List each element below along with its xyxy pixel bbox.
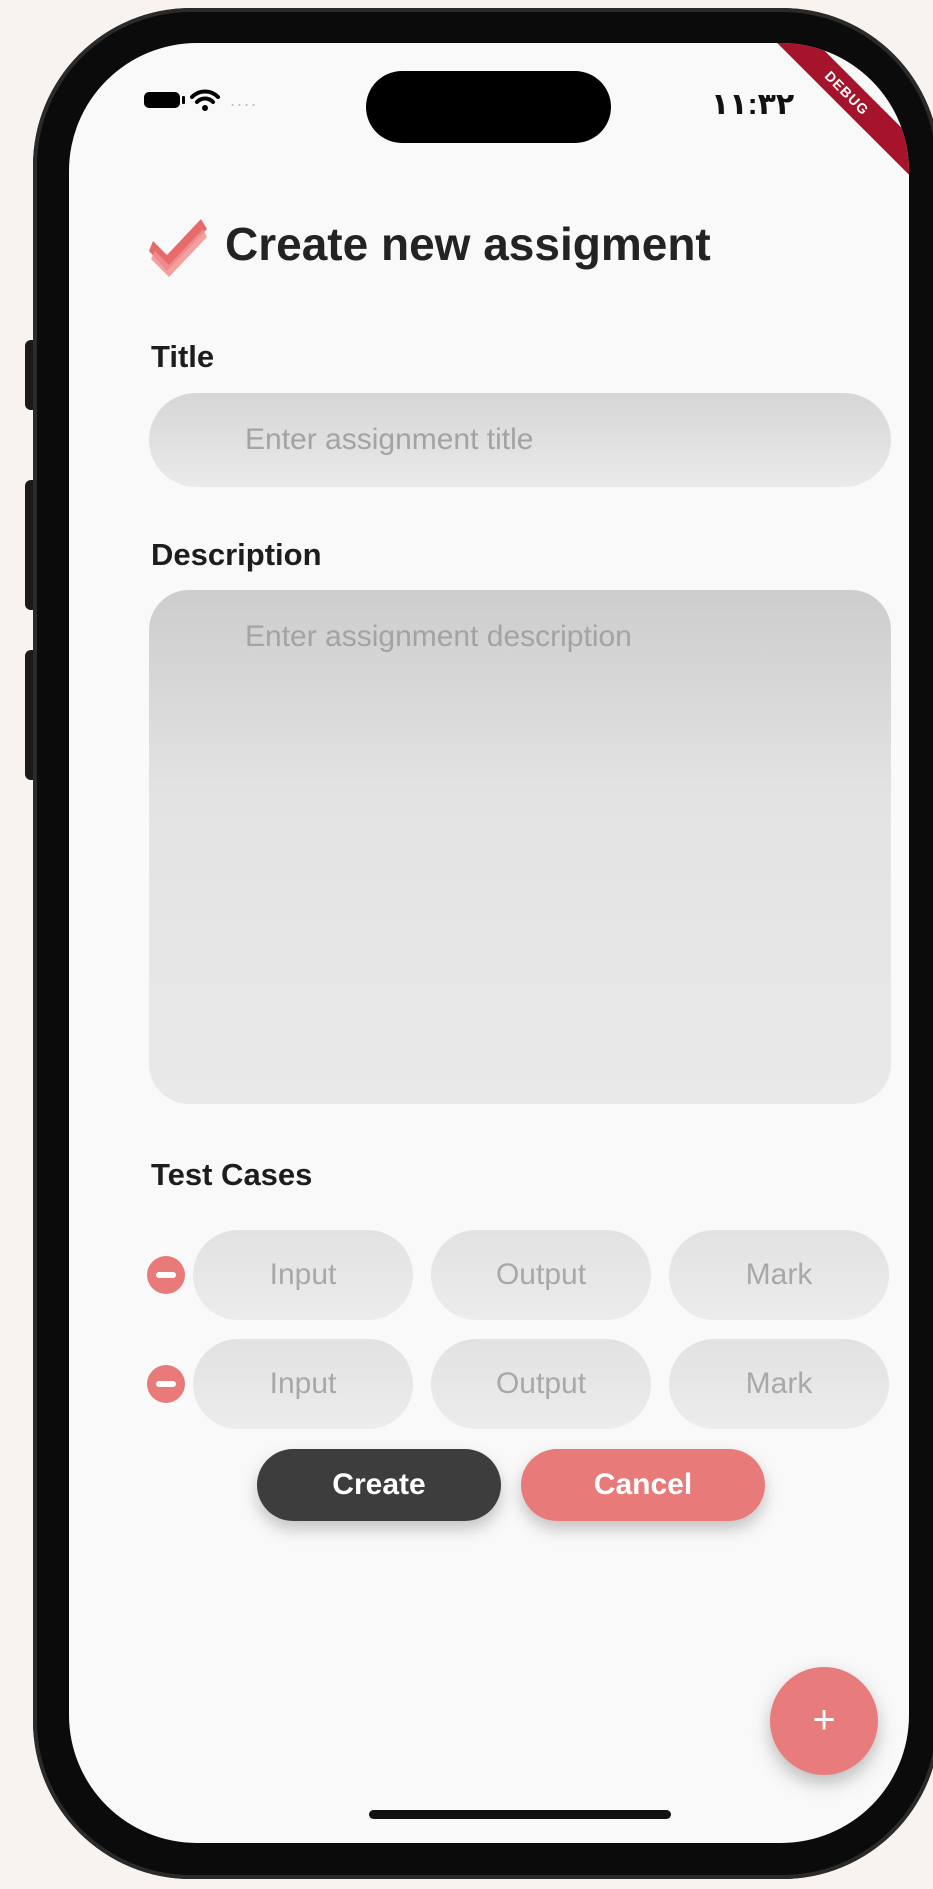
cancel-button[interactable]: Cancel xyxy=(521,1449,765,1521)
app-screen: DEBUG .... ١١:٣٢ Create new assigment Ti… xyxy=(69,43,909,1843)
wifi-icon xyxy=(190,89,220,111)
home-indicator[interactable] xyxy=(369,1810,671,1819)
add-test-case-fab[interactable]: + xyxy=(770,1667,878,1775)
dynamic-island xyxy=(366,71,611,143)
test-case-input-field[interactable]: Input xyxy=(193,1339,413,1429)
page-header: Create new assigment xyxy=(149,211,711,277)
test-case-output-field[interactable]: Output xyxy=(431,1339,651,1429)
phone-frame: DEBUG .... ١١:٣٢ Create new assigment Ti… xyxy=(33,8,933,1879)
description-input[interactable]: Enter assignment description xyxy=(149,590,891,1104)
test-cases-label: Test Cases xyxy=(151,1157,313,1192)
test-case-row: Input Output Mark xyxy=(147,1230,907,1320)
test-case-row: Input Output Mark xyxy=(147,1339,907,1429)
test-case-output-field[interactable]: Output xyxy=(431,1230,651,1320)
remove-circle-icon[interactable] xyxy=(147,1256,185,1294)
title-input[interactable]: Enter assignment title xyxy=(149,393,891,487)
battery-icon xyxy=(144,92,185,108)
remove-circle-icon[interactable] xyxy=(147,1365,185,1403)
description-label: Description xyxy=(151,537,322,572)
test-case-input-field[interactable]: Input xyxy=(193,1230,413,1320)
double-check-icon xyxy=(149,211,209,277)
test-case-mark-field[interactable]: Mark xyxy=(669,1339,889,1429)
status-bar-left: .... xyxy=(144,89,258,111)
create-button[interactable]: Create xyxy=(257,1449,501,1521)
status-time: ١١:٣٢ xyxy=(711,88,795,121)
title-label: Title xyxy=(151,339,215,374)
signal-dots: .... xyxy=(230,89,259,110)
page-title: Create new assigment xyxy=(225,218,711,270)
test-case-mark-field[interactable]: Mark xyxy=(669,1230,889,1320)
